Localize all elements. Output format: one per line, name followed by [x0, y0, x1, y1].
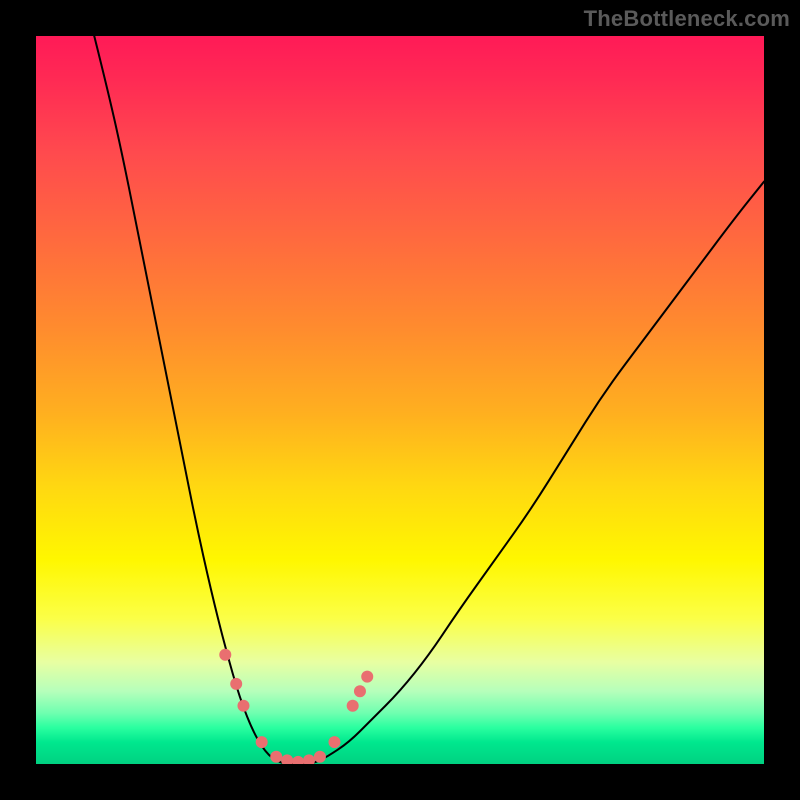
data-marker: [292, 756, 304, 764]
data-marker: [270, 751, 282, 763]
curve-left-curve: [94, 36, 298, 764]
watermark-text: TheBottleneck.com: [584, 6, 790, 32]
data-marker: [237, 700, 249, 712]
data-marker: [328, 736, 340, 748]
data-marker: [361, 671, 373, 683]
data-marker: [303, 754, 315, 764]
data-marker: [256, 736, 268, 748]
data-marker: [281, 754, 293, 764]
data-marker: [354, 685, 366, 697]
data-marker: [347, 700, 359, 712]
data-marker: [230, 678, 242, 690]
chart-frame: TheBottleneck.com: [0, 0, 800, 800]
data-marker: [219, 649, 231, 661]
markers-group: [219, 649, 373, 764]
data-marker: [314, 751, 326, 763]
curves-group: [94, 36, 764, 764]
chart-svg: [36, 36, 764, 764]
plot-area: [36, 36, 764, 764]
